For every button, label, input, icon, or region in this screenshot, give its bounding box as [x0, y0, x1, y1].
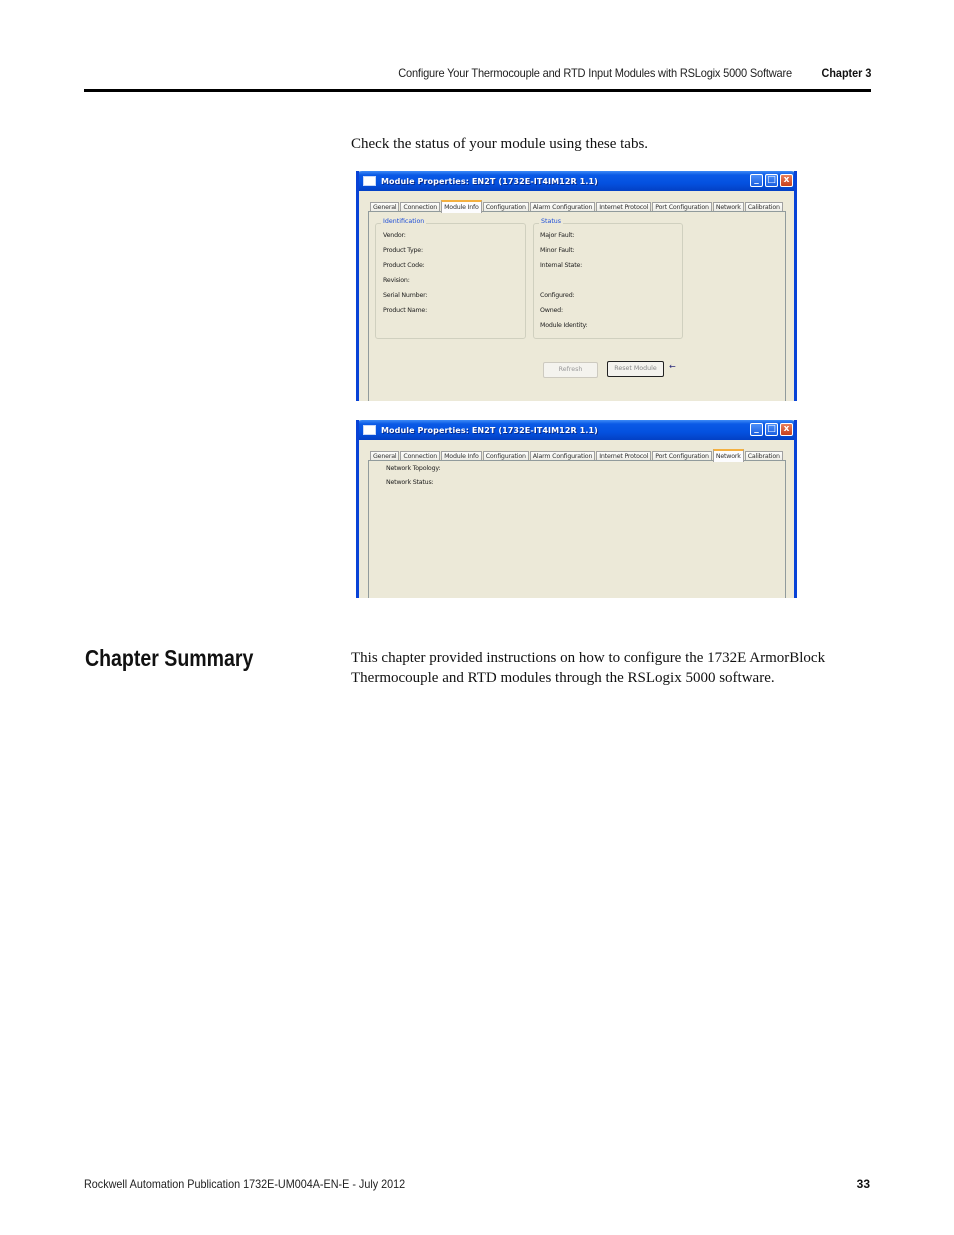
maximize-icon: □ [767, 175, 776, 185]
network-status-label: Network Status: [386, 479, 434, 486]
module-identity-label: Module Identity: [540, 322, 588, 329]
major-fault-label: Major Fault: [540, 232, 575, 239]
vendor-label: Vendor: [383, 232, 406, 239]
intro-paragraph: Check the status of your module using th… [351, 136, 649, 152]
reset-module-button[interactable]: Reset Module [607, 361, 664, 377]
product-type-label: Product Type: [383, 247, 423, 254]
close-button[interactable]: x [780, 423, 793, 436]
header-rule [84, 89, 871, 92]
minimize-button[interactable]: _ [750, 174, 763, 187]
network-topology-label: Network Topology: [386, 465, 441, 472]
configured-label: Configured: [540, 292, 575, 299]
minor-fault-label: Minor Fault: [540, 247, 575, 254]
window-icon [363, 425, 376, 435]
running-header-title: Configure Your Thermocouple and RTD Inpu… [398, 66, 792, 80]
window-icon [363, 176, 376, 186]
minimize-button[interactable]: _ [750, 423, 763, 436]
maximize-button[interactable]: □ [765, 423, 778, 436]
window-title: Module Properties: EN2T (1732E-IT4IM12R … [381, 176, 598, 186]
footer-publication: Rockwell Automation Publication 1732E-UM… [84, 1177, 406, 1191]
maximize-icon: □ [767, 424, 776, 434]
running-header-chapter: Chapter 3 [821, 66, 871, 80]
product-name-label: Product Name: [383, 307, 428, 314]
maximize-button[interactable]: □ [765, 174, 778, 187]
identification-group: Identification Vendor: Product Type: Pro… [375, 218, 526, 339]
refresh-button[interactable]: Refresh [543, 362, 598, 378]
close-icon: x [783, 424, 790, 434]
page-number: 33 [856, 1177, 870, 1191]
status-group: Status Major Fault: Minor Fault: Interna… [533, 218, 683, 339]
tab-panel: Network Topology: Network Status: [368, 460, 786, 598]
module-info-window: Module Properties: EN2T (1732E-IT4IM12R … [356, 171, 797, 401]
owned-label: Owned: [540, 307, 563, 314]
close-icon: x [783, 175, 790, 185]
summary-paragraph: This chapter provided instructions on ho… [351, 650, 826, 686]
status-legend: Status [539, 218, 564, 225]
tab-network[interactable]: Network [712, 449, 744, 462]
window-titlebar[interactable]: Module Properties: EN2T (1732E-IT4IM12R … [359, 420, 794, 440]
minimize-icon: _ [754, 424, 759, 434]
window-title: Module Properties: EN2T (1732E-IT4IM12R … [381, 425, 598, 435]
minimize-icon: _ [754, 175, 759, 185]
arrow-left-icon: ← [669, 362, 676, 371]
identification-legend: Identification [381, 218, 427, 225]
tab-module-info[interactable]: Module Info [441, 200, 482, 213]
revision-label: Revision: [383, 277, 410, 284]
close-button[interactable]: x [780, 174, 793, 187]
network-window: Module Properties: EN2T (1732E-IT4IM12R … [356, 420, 797, 598]
window-titlebar[interactable]: Module Properties: EN2T (1732E-IT4IM12R … [359, 171, 794, 191]
tab-panel: Identification Vendor: Product Type: Pro… [368, 211, 786, 401]
internal-state-label: Internal State: [540, 262, 583, 269]
product-code-label: Product Code: [383, 262, 425, 269]
serial-number-label: Serial Number: [383, 292, 428, 299]
section-title: Chapter Summary [85, 645, 254, 671]
